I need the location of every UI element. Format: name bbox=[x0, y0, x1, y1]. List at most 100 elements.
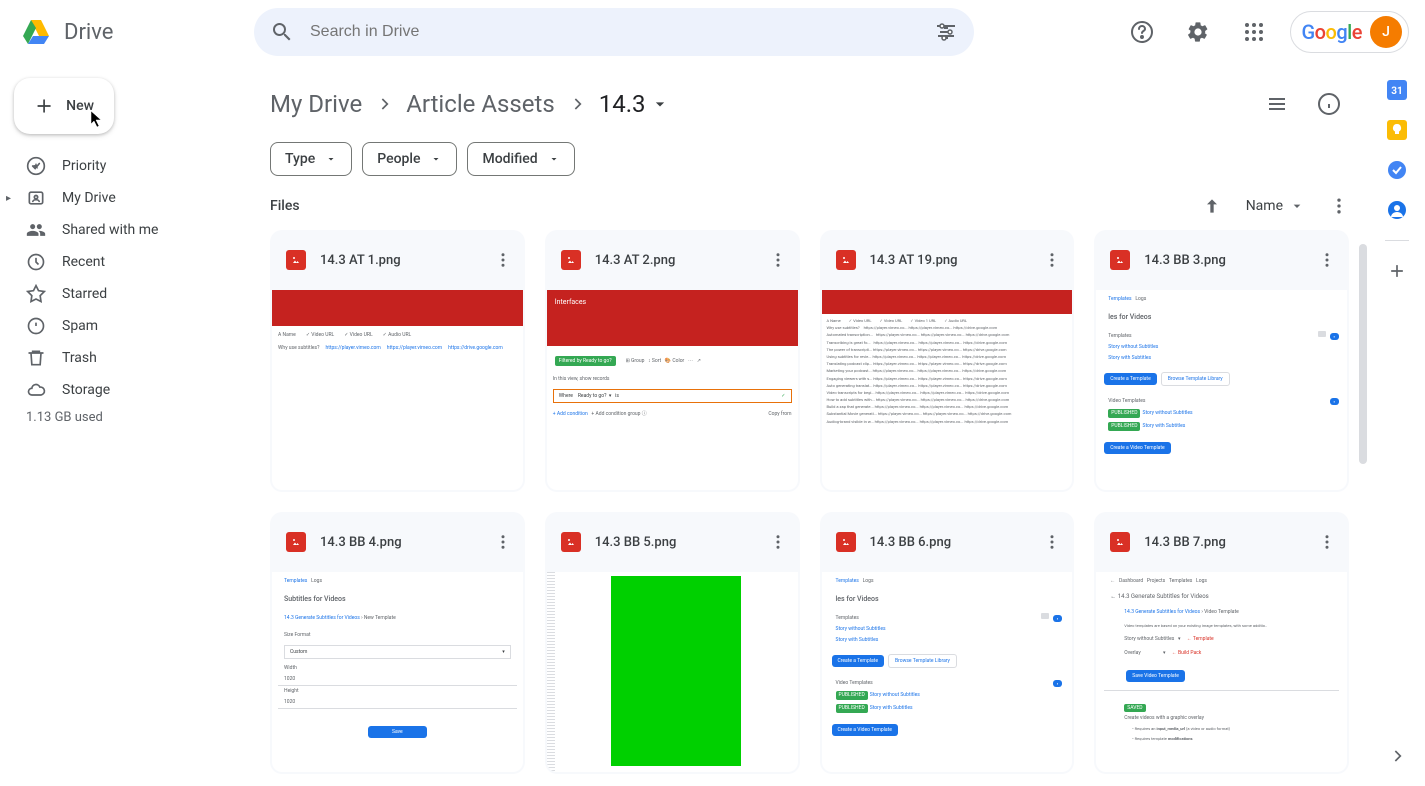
filter-label: Modified bbox=[482, 151, 537, 167]
dropdown-icon bbox=[650, 94, 670, 114]
drive-icon bbox=[16, 12, 56, 52]
file-name: 14.3 BB 5.png bbox=[595, 535, 748, 550]
main-content: My Drive Article Assets 14.3 bbox=[250, 64, 1369, 786]
file-card[interactable]: 14.3 BB 4.png Templates Logs Subtitles f… bbox=[270, 512, 525, 774]
sidebar-item-priority[interactable]: Priority bbox=[0, 150, 238, 182]
sidebar-item-label: Shared with me bbox=[62, 222, 158, 238]
header-actions: Google J bbox=[1122, 11, 1409, 53]
sort-direction-icon[interactable] bbox=[1202, 196, 1222, 216]
file-menu-button[interactable] bbox=[762, 244, 794, 276]
sidebar-item-spam[interactable]: Spam bbox=[0, 310, 238, 342]
image-icon bbox=[1110, 532, 1130, 552]
help-icon bbox=[1130, 20, 1154, 44]
filter-type[interactable]: Type bbox=[270, 142, 352, 176]
gear-icon bbox=[1186, 20, 1210, 44]
file-thumbnail bbox=[547, 572, 798, 772]
file-card[interactable]: 14.3 AT 19.png A Name✓ Video URL✓ Video … bbox=[820, 230, 1075, 492]
google-text: Google bbox=[1301, 20, 1362, 44]
priority-icon bbox=[26, 156, 46, 176]
file-card[interactable]: 14.3 BB 7.png ← Dashboard Projects Templ… bbox=[1094, 512, 1349, 774]
sidebar-item-storage[interactable]: Storage bbox=[0, 374, 238, 406]
breadcrumb-article-assets[interactable]: Article Assets bbox=[406, 90, 555, 118]
file-card[interactable]: 14.3 AT 2.png Interfaces Filtered by Rea… bbox=[545, 230, 800, 492]
sidebar-item-shared[interactable]: Shared with me bbox=[0, 214, 238, 246]
help-button[interactable] bbox=[1122, 12, 1162, 52]
filter-people[interactable]: People bbox=[362, 142, 457, 176]
image-icon bbox=[836, 532, 856, 552]
file-thumbnail: A Name✓ Video URL✓ Video URL✓ Audio URL … bbox=[272, 290, 523, 490]
app-name: Drive bbox=[64, 20, 113, 45]
section-header: Files Name bbox=[270, 196, 1349, 216]
file-thumbnail: Templates Logs les for Videos Templates▪… bbox=[1096, 290, 1347, 490]
filter-label: People bbox=[377, 151, 420, 167]
spam-icon bbox=[26, 316, 46, 336]
chevron-down-icon bbox=[548, 153, 560, 165]
apps-button[interactable] bbox=[1234, 12, 1274, 52]
breadcrumb: My Drive Article Assets 14.3 bbox=[270, 84, 1349, 124]
section-title: Files bbox=[270, 198, 300, 214]
search-icon bbox=[270, 20, 294, 44]
calendar-app[interactable]: 31 bbox=[1387, 80, 1407, 100]
apps-icon bbox=[1242, 20, 1266, 44]
drive-folder-icon bbox=[26, 188, 46, 208]
file-card[interactable]: 14.3 BB 3.png Templates Logs les for Vid… bbox=[1094, 230, 1349, 492]
breadcrumb-mydrive[interactable]: My Drive bbox=[270, 90, 362, 118]
cloud-icon bbox=[26, 380, 46, 400]
filter-label: Type bbox=[285, 151, 315, 167]
tasks-app[interactable] bbox=[1387, 160, 1407, 180]
list-icon bbox=[1265, 92, 1289, 116]
file-name: 14.3 AT 2.png bbox=[595, 253, 748, 268]
sidebar-item-recent[interactable]: Recent bbox=[0, 246, 238, 278]
settings-button[interactable] bbox=[1178, 12, 1218, 52]
filter-bar: Type People Modified bbox=[270, 142, 1349, 176]
sort-button[interactable]: Name bbox=[1246, 198, 1305, 214]
scrollbar[interactable] bbox=[1359, 244, 1369, 464]
sidebar-item-starred[interactable]: Starred bbox=[0, 278, 238, 310]
chevron-down-icon bbox=[325, 153, 337, 165]
sidebar-item-label: Recent bbox=[62, 254, 105, 270]
image-icon bbox=[561, 532, 581, 552]
sidebar-item-mydrive[interactable]: ▸ My Drive bbox=[0, 182, 238, 214]
more-icon[interactable] bbox=[1329, 196, 1349, 216]
svg-text:31: 31 bbox=[1391, 86, 1402, 97]
image-icon bbox=[286, 532, 306, 552]
sidebar: New Priority ▸ My Drive Shared with me bbox=[0, 64, 250, 786]
view-list-button[interactable] bbox=[1257, 84, 1297, 124]
file-menu-button[interactable] bbox=[487, 244, 519, 276]
sort-label: Name bbox=[1246, 198, 1283, 214]
file-menu-button[interactable] bbox=[1311, 244, 1343, 276]
drive-logo[interactable]: Drive bbox=[16, 12, 246, 52]
add-app[interactable] bbox=[1387, 261, 1407, 281]
plus-icon bbox=[34, 94, 54, 118]
file-thumbnail: ← Dashboard Projects Templates Logs ← 14… bbox=[1096, 572, 1347, 772]
search-bar[interactable] bbox=[254, 8, 974, 56]
file-menu-button[interactable] bbox=[1036, 526, 1068, 558]
image-icon bbox=[561, 250, 581, 270]
sidebar-item-label: My Drive bbox=[62, 190, 116, 206]
contacts-app[interactable] bbox=[1387, 200, 1407, 220]
breadcrumb-current[interactable]: 14.3 bbox=[599, 90, 670, 118]
file-card[interactable]: 14.3 BB 5.png bbox=[545, 512, 800, 774]
filter-modified[interactable]: Modified bbox=[467, 142, 574, 176]
chevron-down-icon bbox=[430, 153, 442, 165]
breadcrumb-current-label: 14.3 bbox=[599, 90, 646, 118]
file-card[interactable]: 14.3 AT 1.png A Name✓ Video URL✓ Video U… bbox=[270, 230, 525, 492]
expand-panel[interactable] bbox=[1387, 746, 1407, 766]
shared-icon bbox=[26, 220, 46, 240]
file-menu-button[interactable] bbox=[762, 526, 794, 558]
avatar: J bbox=[1370, 16, 1402, 48]
file-card[interactable]: 14.3 BB 6.png Templates Logs les for Vid… bbox=[820, 512, 1075, 774]
account-button[interactable]: Google J bbox=[1290, 11, 1409, 53]
header: Drive Google J bbox=[0, 0, 1425, 64]
keep-app[interactable] bbox=[1387, 120, 1407, 140]
info-button[interactable] bbox=[1309, 84, 1349, 124]
file-menu-button[interactable] bbox=[1036, 244, 1068, 276]
sidebar-item-trash[interactable]: Trash bbox=[0, 342, 238, 374]
sidebar-item-label: Priority bbox=[62, 158, 106, 174]
search-input[interactable] bbox=[310, 23, 918, 41]
file-name: 14.3 BB 6.png bbox=[870, 535, 1023, 550]
file-menu-button[interactable] bbox=[487, 526, 519, 558]
new-button[interactable]: New bbox=[14, 78, 114, 134]
search-options-icon[interactable] bbox=[934, 20, 958, 44]
file-menu-button[interactable] bbox=[1311, 526, 1343, 558]
